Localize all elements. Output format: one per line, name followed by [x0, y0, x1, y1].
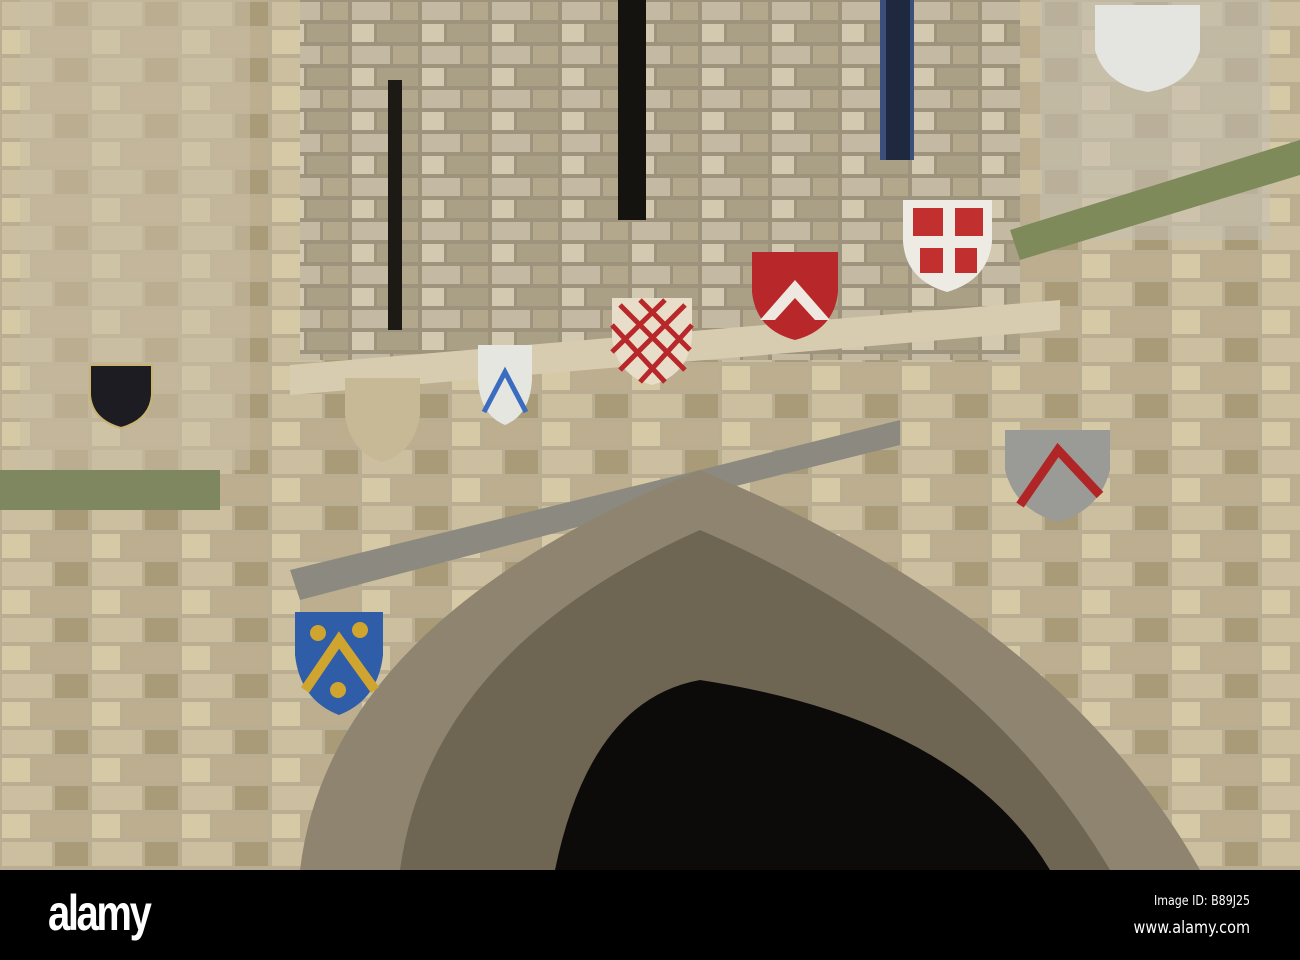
lion-gold-2: [352, 622, 368, 638]
window-slit-center: [618, 0, 646, 220]
lion-gold-3: [330, 682, 346, 698]
site-url: www.alamy.com: [1133, 918, 1250, 938]
gatehouse-photo: [0, 0, 1300, 870]
image-id: Image ID: B89J25: [1153, 894, 1250, 909]
watermark-bar: alamy Image ID: B89J25 www.alamy.com: [0, 870, 1300, 960]
window-slit-right: [886, 0, 910, 160]
cross-red-quarter-4: [955, 248, 977, 273]
moss-ledge-left: [0, 470, 220, 510]
cross-red-quarter-1: [913, 208, 943, 236]
cross-red-quarter-2: [955, 208, 983, 236]
alamy-logo: alamy: [48, 885, 152, 941]
cross-red-quarter-3: [920, 248, 943, 273]
lion-gold-1: [310, 625, 326, 641]
window-slit-left: [388, 80, 402, 330]
